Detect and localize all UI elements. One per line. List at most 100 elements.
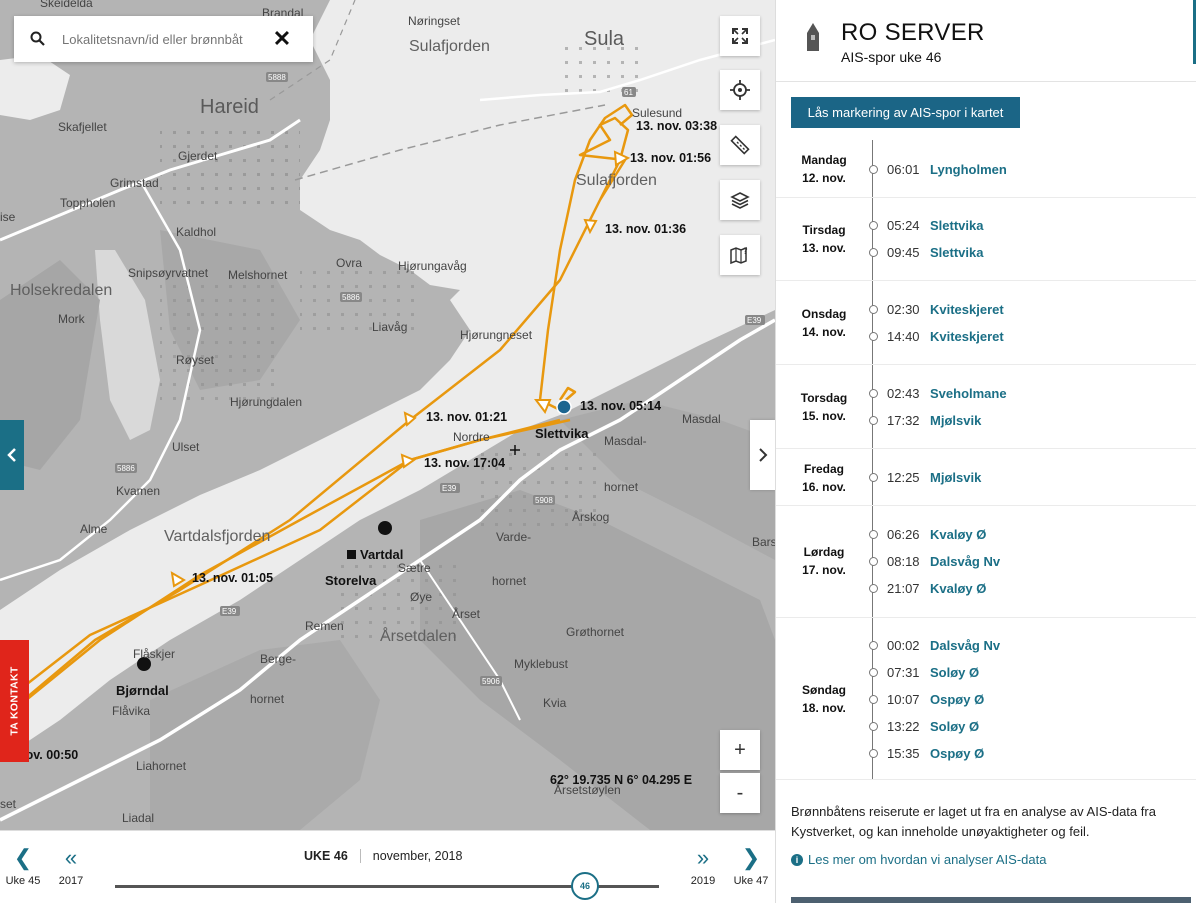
day-label: Fredag 16. nov.: [802, 462, 846, 494]
panel-header: RO SERVER AIS-spor uke 46: [776, 0, 1196, 82]
read-more-label: Les mer om hvordan vi analyser AIS-data: [808, 852, 1047, 867]
collapse-left-button[interactable]: [0, 420, 24, 490]
map-label: Hjørungdalen: [230, 395, 303, 409]
map-label: Mork: [58, 312, 85, 326]
svg-text:61: 61: [624, 88, 633, 97]
map-label: Holsekredalen: [10, 282, 113, 299]
map-label: Flåskjer: [133, 647, 176, 661]
timeline-dot: [869, 247, 878, 257]
map-label: Øye: [410, 590, 433, 604]
town-label: Slettvika: [535, 426, 589, 441]
timeline: Mandag 12. nov. 06:01 Lyngholmen Tirsdag 13…: [776, 140, 1196, 780]
entry-time: 02:43: [887, 385, 920, 401]
map-label: Hareid: [200, 96, 259, 118]
entry-place-link[interactable]: Kviteskjeret: [930, 329, 1004, 344]
ruler-button[interactable]: [720, 125, 760, 165]
entry-place-link[interactable]: Ospøy Ø: [930, 746, 984, 761]
timeline-dot: [869, 667, 878, 677]
entry-place-link[interactable]: Soløy Ø: [930, 665, 979, 680]
locate-button[interactable]: [720, 70, 760, 110]
timeline-entry: 06:26 Kvaløy Ø: [869, 525, 986, 543]
zoom-in-button[interactable]: +: [720, 730, 760, 770]
timeline-dot: [869, 721, 878, 731]
contact-button[interactable]: TA KONTAKT: [0, 640, 29, 762]
close-icon[interactable]: ✕: [262, 16, 302, 62]
track-timestamp: 13. nov. 01:05: [192, 571, 274, 585]
map[interactable]: 5888 61 5886 5886 5908 E39 E39 5906 E39 …: [0, 0, 775, 903]
boat-position-marker: [556, 399, 572, 415]
map-label: Skeidelda: [40, 0, 93, 10]
next-week-button[interactable]: ❯ Uke 47: [728, 845, 774, 887]
map-label: Flåvika: [112, 704, 151, 718]
app-root: 5888 61 5886 5886 5908 E39 E39 5906 E39 …: [0, 0, 1196, 903]
day-block: Onsdag 14. nov. 02:30 Kviteskjeret 14:40 Kv…: [776, 281, 1196, 365]
chevron-left-icon: ❮: [13, 845, 33, 870]
entry-time: 06:26: [887, 526, 920, 542]
timeline-dot: [869, 583, 878, 593]
timeline-dot: [869, 556, 878, 566]
timeline-entry: 02:43 Sveholmane: [869, 384, 1007, 402]
day-block: Torsdag 15. nov. 02:43 Sveholmane 17:32 Mjø…: [776, 365, 1196, 449]
side-panel: RO SERVER AIS-spor uke 46 Lås markering …: [775, 0, 1196, 903]
map-label: Sula: [584, 28, 625, 50]
fullscreen-button[interactable]: [720, 16, 760, 56]
disclaimer-text: Brønnbåtens reiserute er laget ut fra en…: [791, 804, 1156, 839]
cursor-coordinates: 62° 19.735 N 6° 04.295 E: [550, 773, 693, 787]
entry-place-link[interactable]: Ospøy Ø: [930, 692, 984, 707]
next-year-button[interactable]: » 2019: [680, 845, 726, 887]
map-label: hornet: [492, 574, 527, 588]
map-label: Årskog: [572, 510, 610, 524]
map-help-button[interactable]: ?: [720, 235, 760, 275]
lock-track-button[interactable]: Lås markering av AIS-spor i kartet: [791, 97, 1020, 128]
prev-week-button[interactable]: ❮ Uke 45: [0, 845, 46, 887]
week-slider-knob[interactable]: 46: [571, 872, 599, 900]
entry-time: 06:01: [887, 161, 920, 177]
day-label: Lørdag 17. nov.: [802, 545, 846, 577]
chevron-right-icon: ❯: [741, 845, 761, 870]
svg-text:5906: 5906: [482, 677, 500, 686]
search-input[interactable]: [62, 31, 262, 47]
entry-time: 14:40: [887, 328, 920, 344]
map-label: Snipsøyrvatnet: [128, 266, 209, 280]
entry-place-link[interactable]: Sveholmane: [930, 386, 1007, 401]
entry-place-link[interactable]: Kvaløy Ø: [930, 581, 986, 596]
entry-place-link[interactable]: Lyngholmen: [930, 162, 1007, 177]
entry-place-link[interactable]: Kviteskjeret: [930, 302, 1004, 317]
entry-place-link[interactable]: Dalsvåg Nv: [930, 638, 1000, 653]
map-label: ise: [0, 210, 16, 224]
day-label: Mandag 12. nov.: [801, 153, 847, 185]
day-label: Tirsdag 13. nov.: [802, 223, 846, 255]
map-label: Hjørungneset: [460, 328, 533, 342]
prev-year-label: 2017: [58, 875, 84, 887]
double-chevron-left-icon: «: [64, 845, 78, 870]
map-label: Varde-: [496, 530, 532, 544]
map-label: Liadal: [122, 811, 155, 825]
town-label: Vartdal: [360, 547, 404, 562]
entry-place-link[interactable]: Soløy Ø: [930, 719, 979, 734]
timeline-entry: 21:07 Kvaløy Ø: [869, 579, 986, 597]
contact-label: TA KONTAKT: [8, 666, 21, 736]
layers-button[interactable]: [720, 180, 760, 220]
entry-place-link[interactable]: Dalsvåg Nv: [930, 554, 1000, 569]
entry-place-link[interactable]: Slettvika: [930, 218, 983, 233]
timeline-dot: [869, 220, 878, 230]
entry-place-link[interactable]: Slettvika: [930, 245, 983, 260]
entry-time: 02:30: [887, 301, 920, 317]
entry-place-link[interactable]: Mjølsvik: [930, 413, 981, 428]
map-label: Nøringset: [408, 14, 461, 28]
timeline-entry: 10:07 Ospøy Ø: [869, 690, 984, 708]
collapse-right-button[interactable]: [750, 420, 775, 490]
timeline-dot: [869, 164, 878, 174]
map-label: Grimstad: [110, 176, 159, 190]
entry-place-link[interactable]: Mjølsvik: [930, 470, 981, 485]
zoom-out-button[interactable]: -: [720, 773, 760, 813]
week-info: UKE 46 november, 2018: [304, 849, 462, 863]
entry-time: 07:31: [887, 664, 920, 680]
chevron-left-icon: [7, 448, 16, 462]
prev-year-button[interactable]: « 2017: [48, 845, 94, 887]
svg-text:E39: E39: [747, 316, 762, 325]
map-label: Remen: [305, 619, 344, 633]
entry-place-link[interactable]: Kvaløy Ø: [930, 527, 986, 542]
read-more-link[interactable]: i Les mer om hvordan vi analyser AIS-dat…: [791, 852, 1046, 867]
svg-text:5888: 5888: [268, 73, 286, 82]
